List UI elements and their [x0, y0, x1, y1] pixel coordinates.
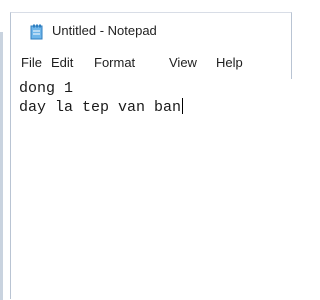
editor-line-2-text: day la tep van ban: [19, 99, 182, 116]
editor-line-1: dong 1: [19, 79, 295, 98]
text-caret: [182, 98, 184, 114]
menu-file[interactable]: File: [21, 55, 42, 70]
text-editor-area[interactable]: dong 1 day la tep van ban: [15, 79, 295, 299]
editor-line-2: day la tep van ban: [19, 98, 295, 117]
title-bar[interactable]: Untitled - Notepad: [11, 13, 291, 47]
menu-help[interactable]: Help: [216, 55, 243, 70]
menu-format[interactable]: Format: [94, 55, 135, 70]
window-title: Untitled - Notepad: [52, 23, 157, 38]
notepad-icon: [30, 24, 44, 40]
menu-view[interactable]: View: [169, 55, 197, 70]
notepad-window: Untitled - Notepad File Edit Format View…: [10, 12, 295, 299]
editor-line-1-text: dong 1: [19, 80, 74, 97]
menu-bar: File Edit Format View Help: [11, 53, 291, 75]
window-left-edge: [0, 32, 3, 300]
menu-edit[interactable]: Edit: [51, 55, 73, 70]
